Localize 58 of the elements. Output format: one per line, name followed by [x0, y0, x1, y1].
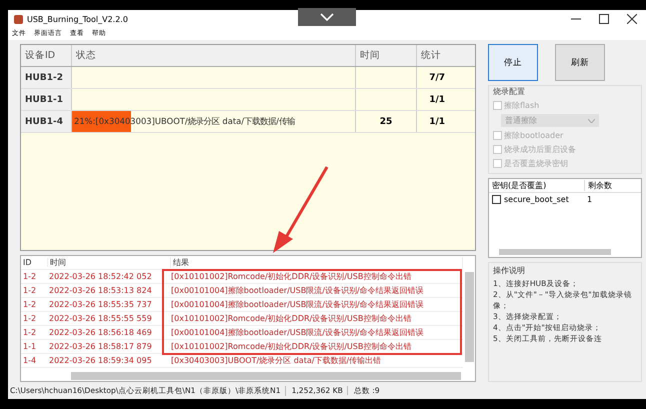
table-cell-text: 1-2 [22, 286, 38, 295]
collapse-tab[interactable] [298, 8, 356, 26]
action-button[interactable]: 停止 [488, 44, 538, 81]
chevron-down-icon [320, 13, 334, 21]
column-header[interactable]: ID [21, 258, 48, 267]
table-cell-text: [0x30403003]UBOOT/烧录分区 data/下载数据/传输出错 [170, 355, 382, 366]
checkbox-label: 是否覆盖烧录密钥 [504, 158, 568, 169]
table-cell-text: 1-2 [22, 300, 38, 309]
table-cell-text: 2022-03-26 18:55:35 737 [48, 300, 153, 309]
group-title: 烧录配置 [493, 86, 526, 97]
column-header[interactable]: 统计 [417, 45, 475, 66]
horizontal-scrollbar[interactable] [499, 249, 611, 255]
table-cell: secure_boot_set [504, 195, 569, 204]
table-cell-text: 2022-03-26 18:55:55 559 [48, 314, 153, 323]
checkbox[interactable] [492, 195, 501, 204]
table-cell: 1/1 [429, 116, 445, 126]
checkbox-label: 擦除bootloader [504, 130, 564, 141]
table-cell-text: 1-2 [22, 328, 38, 337]
table-cell: HUB1-2 [21, 67, 72, 88]
horizontal-scrollbar[interactable] [71, 372, 461, 380]
caret-icon [588, 118, 595, 122]
table-cell: 7/7 [429, 72, 445, 82]
table-cell-text: 1-2 [22, 314, 38, 323]
table-cell: HUB1-1 [21, 89, 72, 110]
vertical-scrollbar[interactable] [465, 272, 474, 362]
app-icon [14, 14, 23, 24]
table-cell-text: 2022-03-26 18:59:34 095 [48, 356, 153, 365]
table-cell: HUB1-4 [21, 111, 72, 132]
table-cell-text: [0x10101002]Romcode/初始化DDR/设备识别/USB控制命令出错 [170, 313, 412, 324]
action-button[interactable]: 刷新 [555, 44, 605, 81]
close-icon [627, 14, 637, 24]
table-cell-text: 1-2 [22, 272, 38, 281]
table-cell-text: [0x00101004]擦除bootloader/USB限流/设备识别/命令结果返回错误 [170, 299, 425, 310]
column-header[interactable]: 剩余数 [585, 180, 612, 191]
table-cell-text: 2022-03-26 18:52:42 052 [48, 272, 153, 281]
table-cell: 1 [587, 195, 592, 204]
table-cell-text: 2022-03-26 18:56:18 469 [48, 328, 153, 337]
table-cell-text: 1-1 [22, 342, 38, 351]
column-header[interactable]: 设备ID [21, 45, 72, 66]
table-cell: 25 [380, 116, 392, 126]
table-cell-text: [0x00101004]擦除bootloader/USB限流/设备识别/命令结果返回错误 [170, 327, 425, 338]
window-title: USB_Burning_Tool_V2.2.0 [27, 14, 128, 24]
instructions-title: 操作说明 [493, 265, 526, 276]
column-header[interactable]: 密钥(是否覆盖) [489, 180, 585, 191]
table-cell-text: [0x10101002]Romcode/初始化DDR/设备识别/USB控制命令出错 [170, 341, 412, 352]
maximize-icon [599, 14, 609, 24]
column-header[interactable]: 时间 [48, 257, 171, 268]
table-cell-text: 2022-03-26 18:53:13 824 [48, 286, 153, 295]
checkbox-label: 烧录成功后重启设备 [504, 144, 576, 155]
column-header[interactable]: 结果 [171, 257, 463, 268]
table-cell: 1/1 [429, 94, 445, 104]
column-header[interactable]: 时间 [356, 45, 417, 66]
checkbox-label: 擦除flash [504, 100, 540, 111]
table-cell-text: [0x00101004]擦除bootloader/USB限流/设备识别/命令结果返回错误 [170, 285, 425, 296]
table-cell-text: 2022-03-26 18:58:17 879 [48, 342, 153, 351]
table-cell-text: [0x10101002]Romcode/初始化DDR/设备识别/USB控制命令出错 [170, 271, 412, 282]
column-header[interactable]: 状态 [72, 45, 356, 66]
table-cell-text: 1-4 [22, 356, 38, 365]
